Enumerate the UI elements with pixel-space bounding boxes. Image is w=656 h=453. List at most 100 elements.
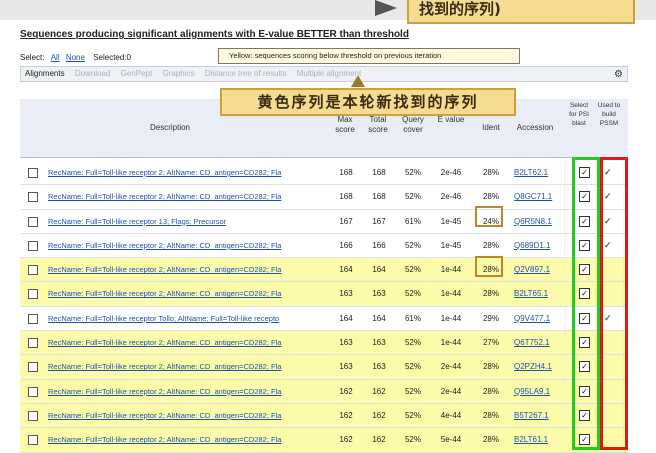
row-description-link[interactable]: RecName: Full=Toll-like receptor 2; AltN… xyxy=(48,404,328,427)
table-row: RecName: Full=Toll-like receptor 2; AltN… xyxy=(20,185,628,210)
row-description-link[interactable]: RecName: Full=Toll-like receptor 13; Fla… xyxy=(48,210,328,233)
row-query-cover: 52% xyxy=(404,362,421,372)
row-accession-link[interactable]: Q6T752.1 xyxy=(514,331,564,354)
row-max-score: 162 xyxy=(339,410,353,420)
row-description-link[interactable]: RecName: Full=Toll-like receptor 2; AltN… xyxy=(48,234,328,257)
row-max-score: 162 xyxy=(339,386,353,396)
table-row: RecName: Full=Toll-like receptor 2; AltN… xyxy=(20,403,628,429)
row-e-value: 2e-46 xyxy=(440,192,462,202)
gear-icon[interactable]: ⚙ xyxy=(614,68,623,82)
table-row: RecName: Full=Toll-like receptor 2; AltN… xyxy=(20,282,628,307)
select-all-link[interactable]: All xyxy=(51,53,60,62)
row-checkbox[interactable] xyxy=(28,265,38,276)
alignments-toolbar: Alignments Download GenPept Graphics Dis… xyxy=(20,66,628,82)
row-total-score: 163 xyxy=(372,362,386,372)
results-table-body: RecName: Full=Toll-like receptor 2; AltN… xyxy=(20,161,628,453)
row-accession-link[interactable]: Q95LA9.1 xyxy=(514,380,564,403)
row-checkbox[interactable] xyxy=(28,435,38,446)
graphics-link[interactable]: Graphics xyxy=(162,69,194,78)
row-accession-link[interactable]: Q689D1.1 xyxy=(514,234,564,257)
row-description-link[interactable]: RecName: Full=Toll-like receptor 2; AltN… xyxy=(48,428,328,451)
table-row: RecName: Full=Toll-like receptor 2; AltN… xyxy=(20,161,628,186)
row-max-score: 167 xyxy=(339,216,353,226)
pointer-arrow-icon xyxy=(375,0,397,16)
row-total-score: 168 xyxy=(372,192,386,202)
row-query-cover: 61% xyxy=(404,313,421,323)
row-checkbox[interactable] xyxy=(28,386,38,397)
alignments-label: Alignments xyxy=(25,69,65,78)
distance-tree-link[interactable]: Distance tree of results xyxy=(205,69,287,78)
row-checkbox[interactable] xyxy=(28,192,38,203)
row-e-value: 1e-45 xyxy=(440,216,462,226)
row-checkbox[interactable] xyxy=(28,289,38,300)
row-query-cover: 52% xyxy=(404,265,421,275)
row-accession-link[interactable]: Q2V897.1 xyxy=(514,258,564,281)
col-ident[interactable]: Ident xyxy=(476,123,506,133)
yellow-legend-note: Yellow: sequences scoring below threshol… xyxy=(218,48,520,64)
col-total-score[interactable]: Total score xyxy=(363,115,393,135)
col-accession[interactable]: Accession xyxy=(510,123,560,133)
row-ident: 28% xyxy=(482,362,499,372)
row-total-score: 164 xyxy=(372,313,386,323)
row-checkbox[interactable] xyxy=(28,216,38,227)
row-checkbox[interactable] xyxy=(28,313,38,324)
row-description-link[interactable]: RecName: Full=Toll-like receptor 2; AltN… xyxy=(48,331,328,354)
row-e-value: 5e-44 xyxy=(440,435,462,445)
annotation-callout-yellow: 黄色序列是本轮新找到的序列 xyxy=(220,88,516,116)
row-accession-link[interactable]: B2LT61.1 xyxy=(514,428,564,451)
row-accession-link[interactable]: B2LT62.1 xyxy=(514,161,564,184)
row-e-value: 1e-44 xyxy=(440,313,462,323)
col-select-psi: Select for PSI blast xyxy=(569,102,589,127)
row-accession-link[interactable]: Q8GC71.1 xyxy=(514,185,564,208)
row-max-score: 163 xyxy=(339,338,353,348)
row-accession-link[interactable]: Q9V477.1 xyxy=(514,307,564,330)
row-accession-link[interactable]: Q2PZH4.1 xyxy=(514,355,564,378)
select-none-link[interactable]: None xyxy=(66,53,85,62)
table-row: RecName: Full=Toll-like receptor 2; AltN… xyxy=(20,331,628,356)
row-total-score: 163 xyxy=(372,338,386,348)
row-description-link[interactable]: RecName: Full=Toll-like receptor 2; AltN… xyxy=(48,282,328,305)
ident-highlight-box xyxy=(475,206,503,227)
row-checkbox[interactable] xyxy=(28,168,38,178)
col-e-value[interactable]: E value xyxy=(434,115,468,125)
row-query-cover: 52% xyxy=(404,410,421,420)
download-link[interactable]: Download xyxy=(75,69,111,78)
row-accession-link[interactable]: B5T267.1 xyxy=(514,404,564,427)
row-ident: 28% xyxy=(482,289,499,299)
row-query-cover: 52% xyxy=(404,240,421,250)
row-ident: 28% xyxy=(482,168,499,177)
row-description-link[interactable]: RecName: Full=Toll-like receptor 2; AltN… xyxy=(48,185,328,208)
col-description[interactable]: Description xyxy=(140,123,200,133)
col-query-cover[interactable]: Query cover xyxy=(396,115,430,135)
table-row: RecName: Full=Toll-like receptor 13; Fla… xyxy=(20,210,628,234)
row-accession-link[interactable]: Q6R5N8.1 xyxy=(514,210,564,233)
results-section-title: Sequences producing significant alignmen… xyxy=(20,29,409,40)
genpept-link[interactable]: GenPept xyxy=(121,69,153,78)
table-row: RecName: Full=Toll-like receptor 2; AltN… xyxy=(20,428,628,453)
row-description-link[interactable]: RecName: Full=Toll-like receptor 2; AltN… xyxy=(48,380,328,403)
select-label: Select: xyxy=(20,53,45,62)
row-description-link[interactable]: RecName: Full=Toll-like receptor Tollo; … xyxy=(48,307,328,330)
row-total-score: 166 xyxy=(372,240,386,250)
row-e-value: 2e-46 xyxy=(440,168,462,177)
row-accession-link[interactable]: B2LT65.1 xyxy=(514,282,564,305)
row-max-score: 162 xyxy=(339,435,353,445)
row-description-link[interactable]: RecName: Full=Toll-like receptor 2; AltN… xyxy=(48,258,328,281)
row-description-link[interactable]: RecName: Full=Toll-like receptor 2; AltN… xyxy=(48,161,328,184)
row-checkbox[interactable] xyxy=(28,338,38,349)
row-ident: 28% xyxy=(482,240,499,250)
annotation-callout-top: 找到的序列) xyxy=(407,0,635,24)
col-used-pssm: Used to build PSSM xyxy=(597,102,621,127)
table-row: RecName: Full=Toll-like receptor 2; AltN… xyxy=(20,355,628,380)
row-ident: 27% xyxy=(482,338,499,348)
row-max-score: 163 xyxy=(339,362,353,372)
row-total-score: 163 xyxy=(372,289,386,299)
row-checkbox[interactable] xyxy=(28,240,38,251)
row-checkbox[interactable] xyxy=(28,362,38,373)
col-max-score[interactable]: Max score xyxy=(330,115,360,135)
row-checkbox[interactable] xyxy=(28,410,38,421)
row-description-link[interactable]: RecName: Full=Toll-like receptor 2; AltN… xyxy=(48,355,328,378)
row-e-value: 2e-44 xyxy=(440,362,462,372)
pssm-used-highlight-box xyxy=(600,157,628,450)
row-max-score: 168 xyxy=(339,168,353,177)
